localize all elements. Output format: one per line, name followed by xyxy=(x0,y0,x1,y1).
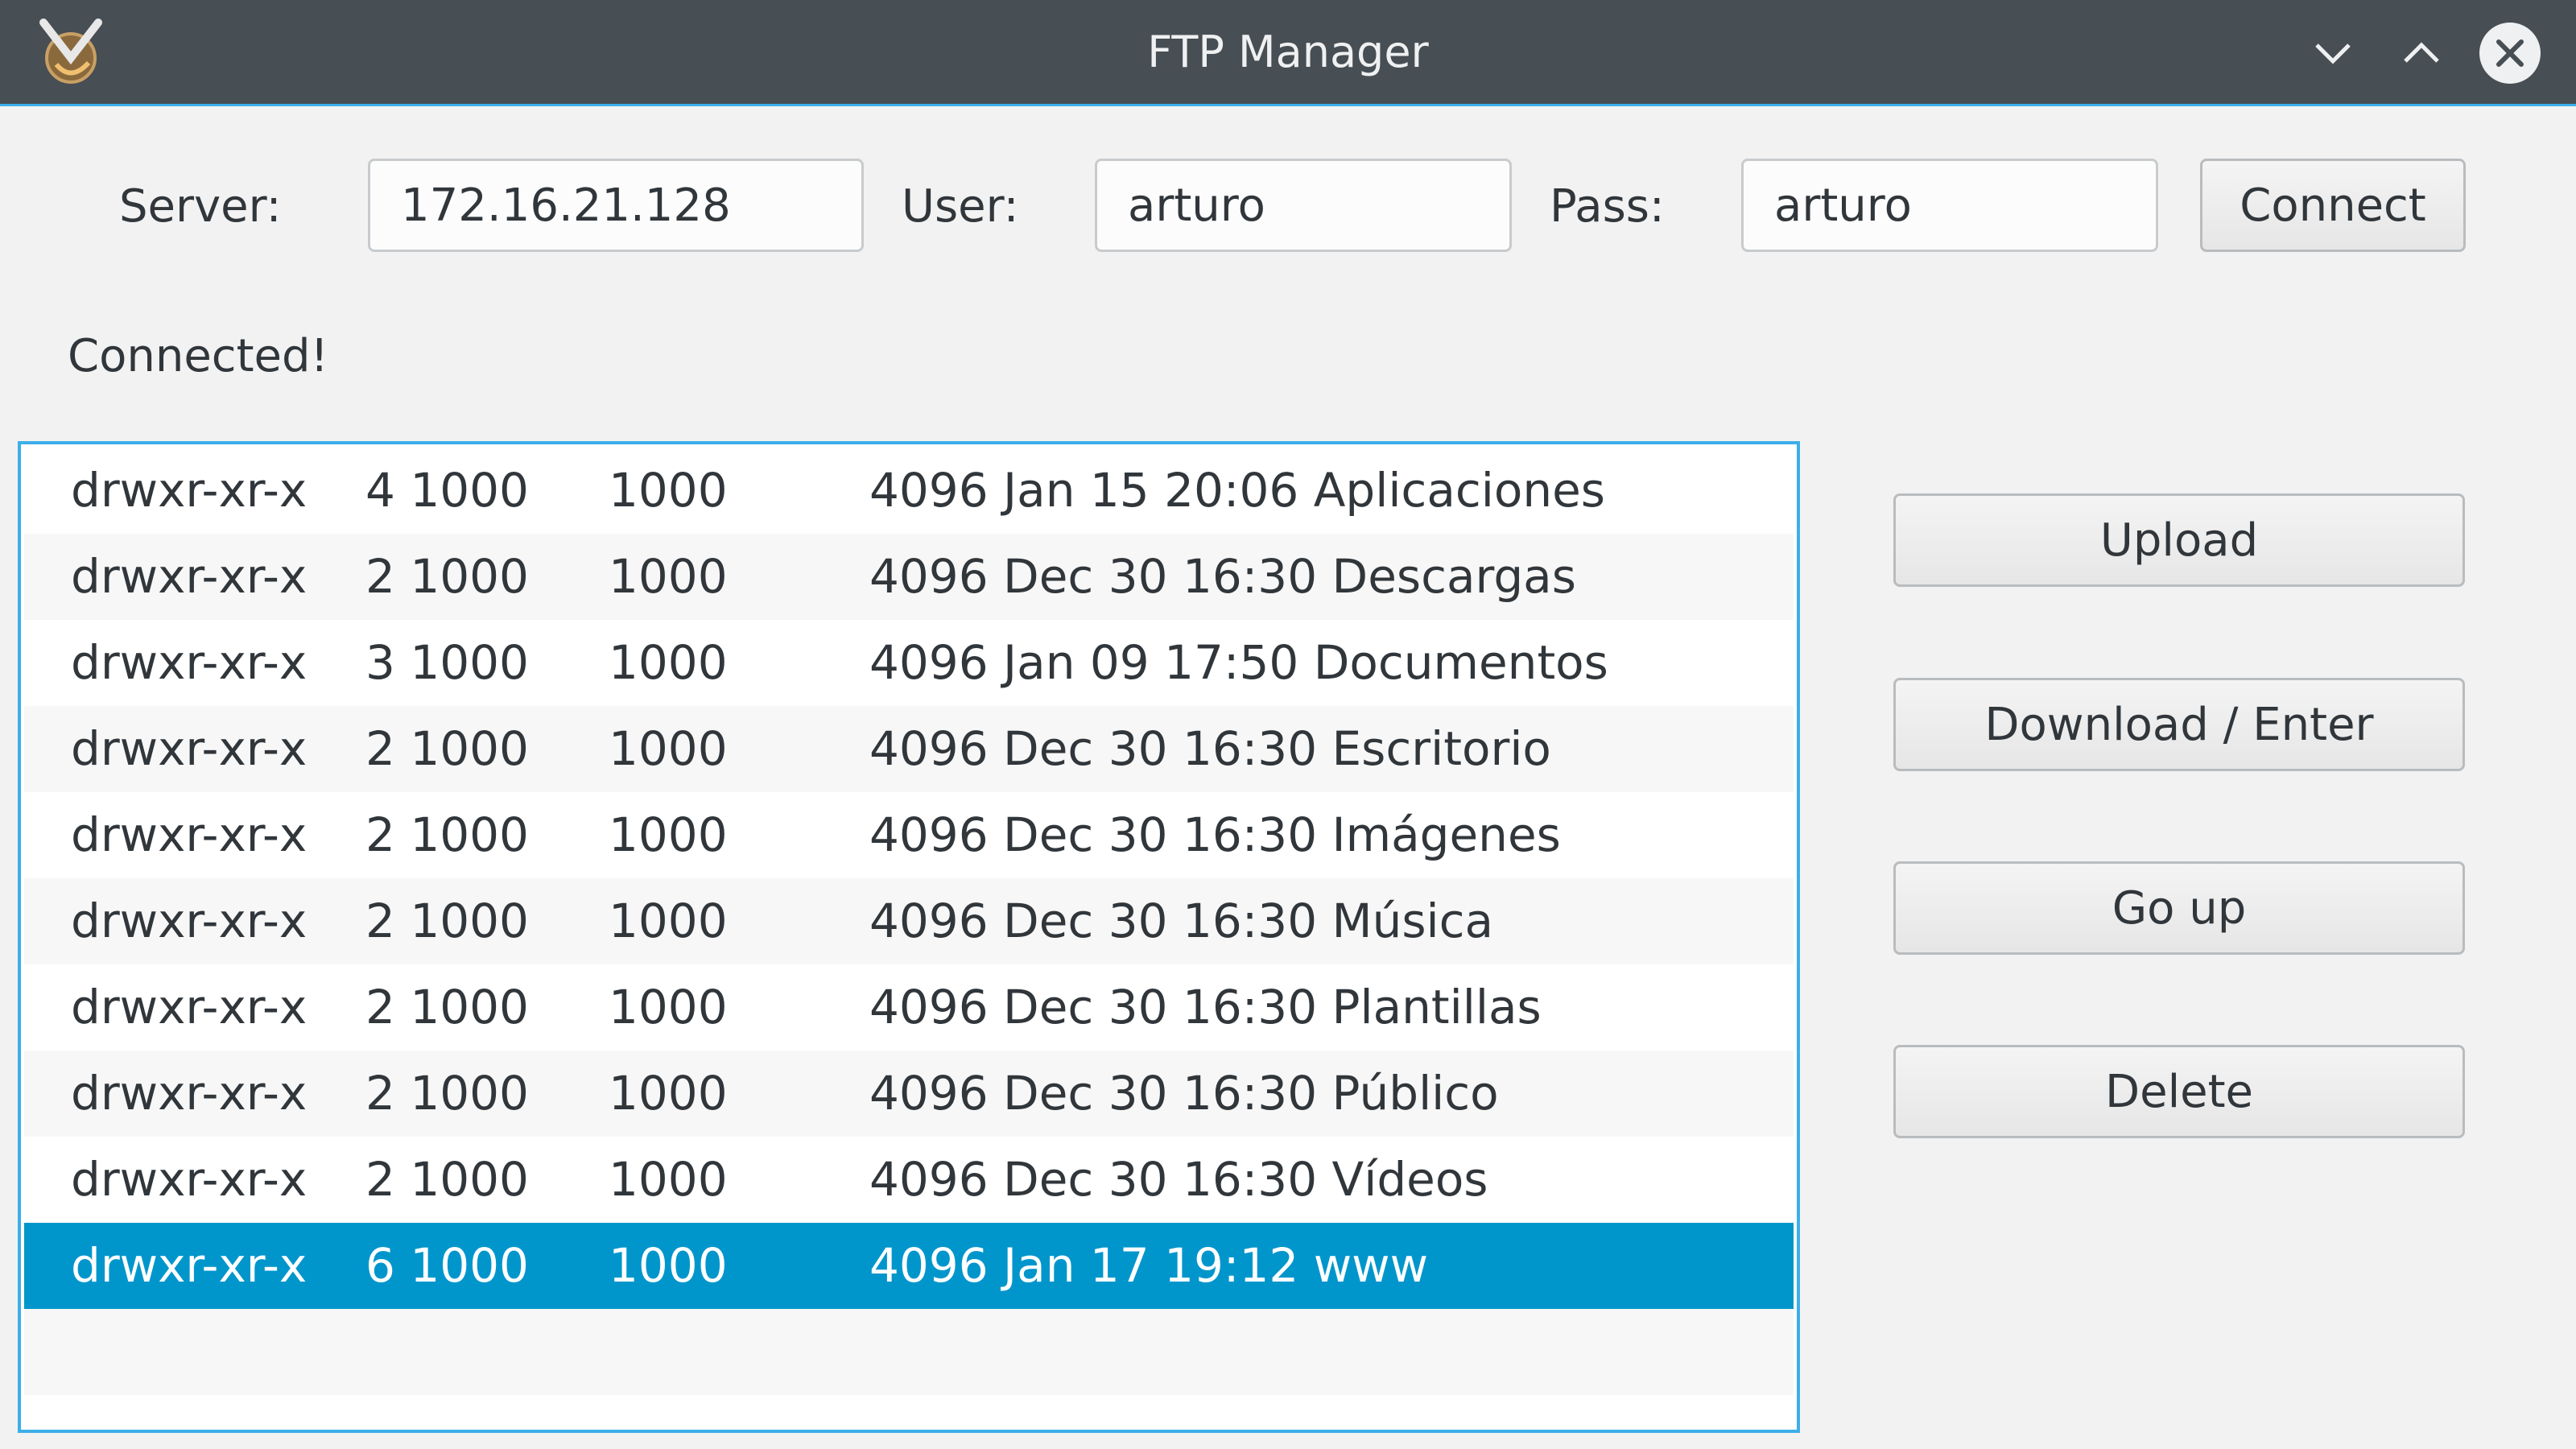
file-group: 1000 xyxy=(609,894,728,948)
pass-label: Pass: xyxy=(1550,180,1665,233)
file-permissions: drwxr-xr-x xyxy=(71,549,308,604)
minimize-button[interactable] xyxy=(2301,21,2365,85)
file-details: 4096 Dec 30 16:30 Vídeos xyxy=(869,1152,1488,1207)
file-group: 1000 xyxy=(609,807,728,862)
list-item[interactable]: drwxr-xr-x 2 1000 1000 4096 Dec 30 16:30… xyxy=(24,792,1794,878)
file-details: 4096 Jan 17 19:12 www xyxy=(869,1238,1429,1293)
file-details: 4096 Dec 30 16:30 Descargas xyxy=(869,549,1576,604)
list-item[interactable]: drwxr-xr-x 2 1000 1000 4096 Dec 30 16:30… xyxy=(24,878,1794,964)
file-links-owner: 2 1000 xyxy=(365,549,529,604)
file-permissions: drwxr-xr-x xyxy=(71,721,308,776)
file-group: 1000 xyxy=(609,549,728,604)
file-links-owner: 3 1000 xyxy=(365,635,529,690)
file-group: 1000 xyxy=(609,635,728,690)
server-input[interactable] xyxy=(368,159,864,252)
file-details: 4096 Jan 15 20:06 Aplicaciones xyxy=(869,463,1606,518)
empty-row xyxy=(24,1309,1794,1395)
chevron-down-icon xyxy=(2315,43,2351,64)
file-details: 4096 Jan 09 17:50 Documentos xyxy=(869,635,1608,690)
list-item[interactable]: drwxr-xr-x 2 1000 1000 4096 Dec 30 16:30… xyxy=(24,706,1794,792)
file-group: 1000 xyxy=(609,980,728,1034)
file-links-owner: 6 1000 xyxy=(365,1238,529,1293)
file-details: 4096 Dec 30 16:30 Escritorio xyxy=(869,721,1551,776)
file-links-owner: 2 1000 xyxy=(365,980,529,1034)
file-permissions: drwxr-xr-x xyxy=(71,463,308,518)
file-permissions: drwxr-xr-x xyxy=(71,635,308,690)
file-links-owner: 2 1000 xyxy=(365,721,529,776)
chevron-up-icon xyxy=(2404,42,2439,63)
file-details: 4096 Dec 30 16:30 Imágenes xyxy=(869,807,1561,862)
file-links-owner: 2 1000 xyxy=(365,1152,529,1207)
file-details: 4096 Dec 30 16:30 Público xyxy=(869,1066,1499,1121)
file-list[interactable]: drwxr-xr-x 4 1000 1000 4096 Jan 15 20:06… xyxy=(18,441,1800,1433)
file-group: 1000 xyxy=(609,721,728,776)
list-item[interactable]: drwxr-xr-x 2 1000 1000 4096 Dec 30 16:30… xyxy=(24,1051,1794,1137)
file-group: 1000 xyxy=(609,463,728,518)
title-bar: FTP Manager xyxy=(0,0,2576,106)
file-links-owner: 2 1000 xyxy=(365,1066,529,1121)
file-permissions: drwxr-xr-x xyxy=(71,894,308,948)
file-permissions: drwxr-xr-x xyxy=(71,807,308,862)
list-item[interactable]: drwxr-xr-x 3 1000 1000 4096 Jan 09 17:50… xyxy=(24,620,1794,706)
upload-button[interactable]: Upload xyxy=(1893,493,2465,587)
list-item[interactable]: drwxr-xr-x 2 1000 1000 4096 Dec 30 16:30… xyxy=(24,534,1794,620)
pass-input[interactable] xyxy=(1741,159,2158,252)
list-item-selected[interactable]: drwxr-xr-x 6 1000 1000 4096 Jan 17 19:12… xyxy=(24,1223,1794,1309)
maximize-button[interactable] xyxy=(2389,21,2454,85)
file-permissions: drwxr-xr-x xyxy=(71,980,308,1034)
list-item[interactable]: drwxr-xr-x 2 1000 1000 4096 Dec 30 16:30… xyxy=(24,964,1794,1051)
status-text: Connected! xyxy=(68,330,328,382)
list-item[interactable]: drwxr-xr-x 4 1000 1000 4096 Jan 15 20:06… xyxy=(24,448,1794,534)
user-input[interactable] xyxy=(1095,159,1512,252)
go-up-button[interactable]: Go up xyxy=(1893,861,2465,955)
file-links-owner: 2 1000 xyxy=(365,807,529,862)
download-enter-button[interactable]: Download / Enter xyxy=(1893,678,2465,771)
file-permissions: drwxr-xr-x xyxy=(71,1152,308,1207)
user-label: User: xyxy=(902,180,1019,233)
close-button[interactable] xyxy=(2478,21,2542,85)
delete-button[interactable]: Delete xyxy=(1893,1045,2465,1138)
close-icon xyxy=(2479,23,2541,84)
file-details: 4096 Dec 30 16:30 Plantillas xyxy=(869,980,1542,1034)
file-group: 1000 xyxy=(609,1066,728,1121)
ftp-manager-window: FTP Manager Server: User: Pass: Connect … xyxy=(0,0,2576,1449)
file-links-owner: 2 1000 xyxy=(365,894,529,948)
file-group: 1000 xyxy=(609,1152,728,1207)
file-details: 4096 Dec 30 16:30 Música xyxy=(869,894,1494,948)
window-title: FTP Manager xyxy=(1147,27,1429,77)
list-item[interactable]: drwxr-xr-x 2 1000 1000 4096 Dec 30 16:30… xyxy=(24,1137,1794,1223)
server-label: Server: xyxy=(119,180,282,233)
file-group: 1000 xyxy=(609,1238,728,1293)
connect-button[interactable]: Connect xyxy=(2200,159,2466,252)
file-permissions: drwxr-xr-x xyxy=(71,1066,308,1121)
file-permissions: drwxr-xr-x xyxy=(71,1238,308,1293)
file-links-owner: 4 1000 xyxy=(365,463,529,518)
